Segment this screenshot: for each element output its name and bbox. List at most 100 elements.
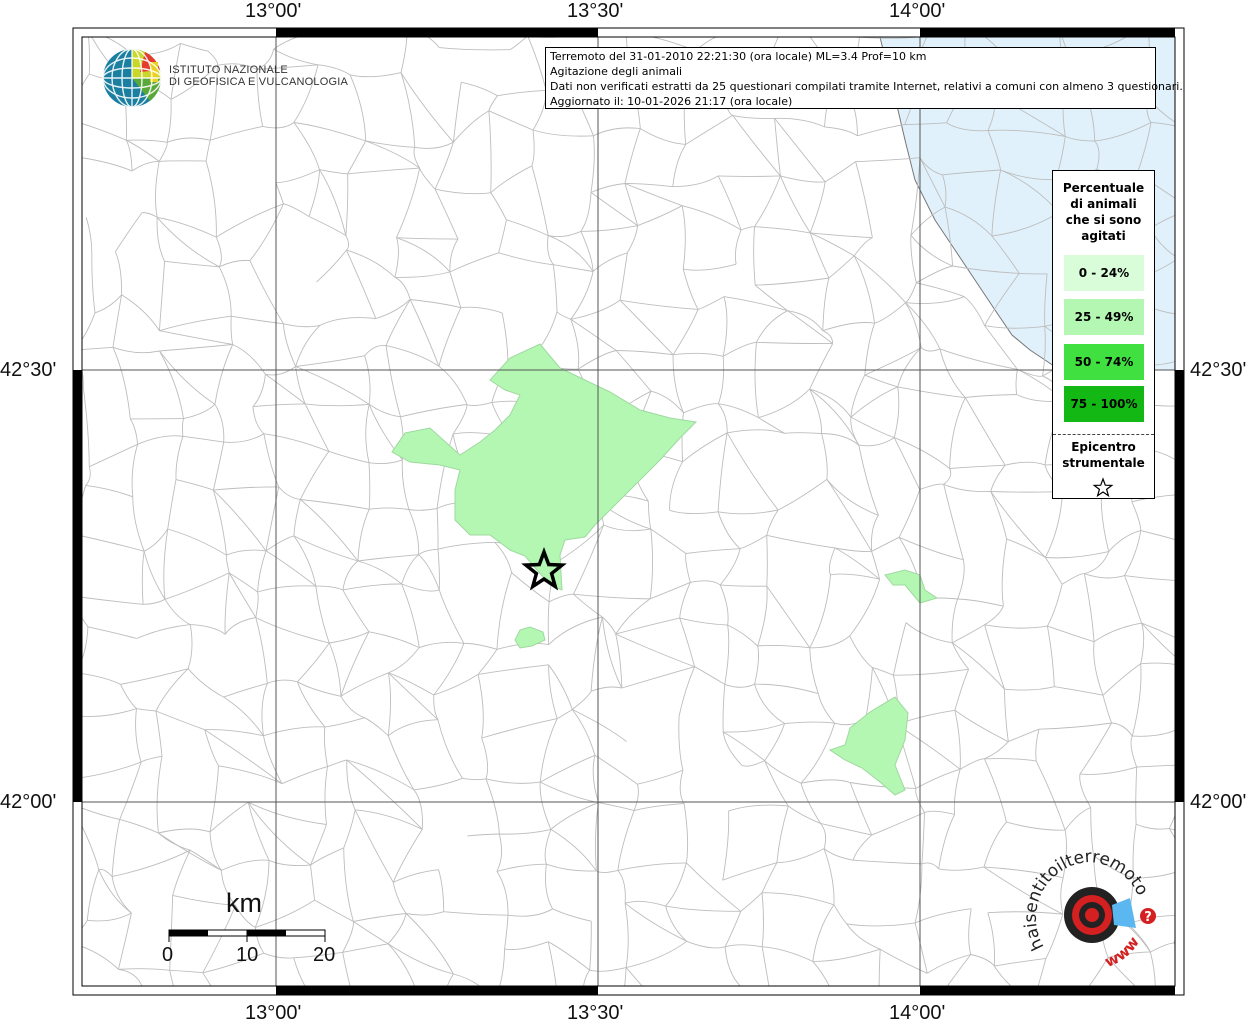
- ingv-line-2: DI GEOFISICA E VULCANOLOGIA: [169, 76, 348, 88]
- boundary-line: [410, 300, 439, 367]
- boundary-line: [300, 451, 329, 499]
- boundary-line: [695, 667, 725, 685]
- boundary-line: [1189, 316, 1231, 365]
- boundary-line: [985, 606, 1004, 625]
- boundary-line: [805, 30, 859, 37]
- boundary-line: [316, 586, 343, 590]
- boundary-line: [467, 834, 499, 836]
- boundary-line: [991, 492, 1046, 558]
- boundary-line: [168, 529, 227, 555]
- boundary-line: [414, 790, 422, 830]
- boundary-line: [284, 324, 296, 367]
- boundary-line: [1132, 502, 1141, 531]
- boundary-line: [1084, 574, 1094, 642]
- boundary-line: [906, 297, 965, 304]
- boundary-line: [906, 283, 917, 303]
- boundary-line: [225, 573, 229, 634]
- boundary-line: [438, 549, 439, 590]
- boundary-line: [686, 115, 733, 144]
- boundary-line: [723, 732, 742, 765]
- boundary-line: [388, 648, 419, 673]
- boundary-line: [1142, 623, 1177, 638]
- boundary-line: [120, 762, 141, 819]
- boundary-line: [343, 944, 388, 953]
- boundary-line: [115, 252, 121, 295]
- boundary-line: [320, 170, 346, 236]
- map-subject: Agitazione degli animali: [550, 64, 1151, 79]
- boundary-line: [553, 909, 592, 921]
- boundary-line: [95, 295, 122, 313]
- boundary-line: [1061, 878, 1063, 915]
- boundary-line: [329, 643, 341, 696]
- boundary-line: [1084, 574, 1124, 578]
- boundary-line: [785, 722, 835, 723]
- boundary-line: [113, 295, 122, 348]
- star-icon: [1092, 477, 1114, 499]
- boundary-line: [1150, 943, 1174, 952]
- boundary-line: [549, 594, 573, 602]
- boundary-line: [265, 367, 295, 375]
- boundary-line: [402, 584, 440, 591]
- boundary-line: [673, 309, 698, 354]
- boundary-line: [157, 756, 162, 833]
- boundary-line: [68, 920, 88, 942]
- boundary-line: [344, 848, 354, 922]
- boundary-line: [264, 434, 329, 452]
- boundary-line: [142, 986, 145, 1024]
- boundary-line: [439, 590, 464, 643]
- boundary-line: [666, 863, 687, 906]
- boundary-line: [1036, 761, 1065, 830]
- boundary-line: [88, 627, 137, 639]
- boundary-line: [369, 632, 419, 648]
- boundary-line: [358, 509, 369, 561]
- boundary-line: [825, 127, 858, 136]
- boundary-line: [991, 492, 1007, 540]
- boundary-line: [406, 914, 453, 975]
- boundary-line: [788, 311, 833, 344]
- boundary-line: [622, 667, 695, 688]
- boundary-line: [825, 162, 855, 182]
- boundary-line: [1132, 664, 1141, 736]
- boundary-line: [775, 118, 826, 181]
- boundary-line: [409, 510, 419, 555]
- boundary-line: [311, 865, 315, 900]
- boundary-line: [219, 260, 250, 266]
- boundary-line: [121, 684, 137, 708]
- boundary-line: [256, 592, 258, 618]
- boundary-line: [1244, 191, 1248, 233]
- boundary-line: [1217, 33, 1239, 99]
- boundary-line: [725, 625, 729, 684]
- boundary-line: [213, 442, 223, 490]
- boundary-line: [756, 311, 787, 343]
- boundary-line: [778, 479, 827, 510]
- boundary-line: [680, 770, 684, 804]
- boundary-line: [81, 709, 137, 717]
- boundary-line: [393, 870, 438, 883]
- scale-label-10: 10: [236, 944, 258, 967]
- boundary-line: [341, 632, 369, 697]
- boundary-line: [1103, 695, 1112, 723]
- boundary-line: [894, 387, 899, 438]
- boundary-line: [916, 266, 952, 283]
- boundary-line: [215, 345, 233, 405]
- boundary-line: [591, 687, 622, 691]
- boundary-line: [76, 157, 132, 171]
- boundary-line: [616, 351, 673, 355]
- boundary-line: [1189, 22, 1239, 33]
- boundary-line: [758, 645, 810, 647]
- boundary-line: [1141, 623, 1144, 664]
- boundary-line: [206, 161, 216, 237]
- boundary-line: [821, 823, 872, 835]
- boundary-line: [184, 404, 215, 418]
- boundary-line: [595, 755, 638, 784]
- boundary-line: [572, 691, 591, 709]
- boundary-line: [346, 236, 349, 251]
- boundary-line: [156, 711, 162, 756]
- boundary-line: [854, 256, 874, 323]
- boundary-line: [294, 536, 316, 586]
- boundary-line: [1190, 494, 1230, 497]
- legend-title: Percentuale di animali che si sono agita…: [1053, 180, 1154, 244]
- boundary-line: [142, 551, 144, 604]
- boundary-line: [988, 913, 995, 966]
- boundary-line: [915, 923, 927, 973]
